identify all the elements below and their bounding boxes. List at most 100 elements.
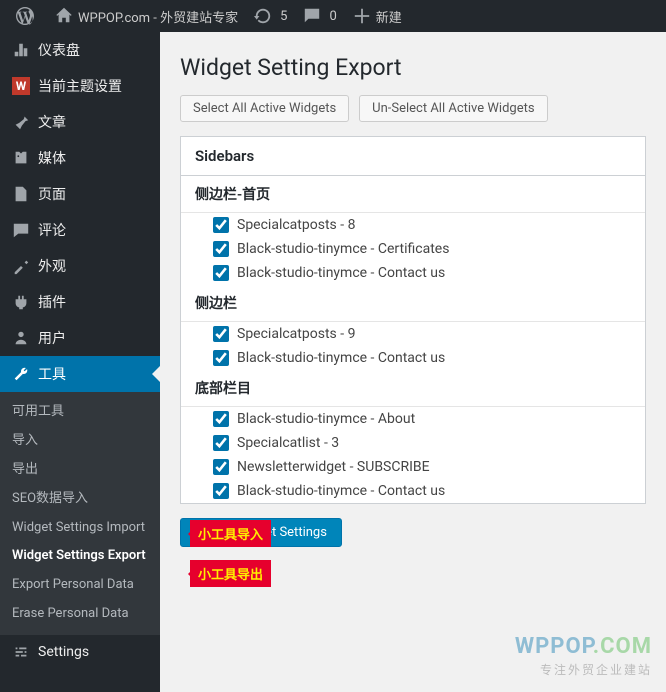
panel-header: Sidebars [181,137,645,176]
widget-label: Specialcatposts - 8 [237,217,355,233]
comment-icon [12,221,30,239]
wppop-icon: W [12,77,30,95]
submenu-item[interactable]: 导出 [0,456,160,485]
tools-icon [12,365,30,383]
submenu: 可用工具导入导出SEO数据导入Widget Settings ImportWid… [0,392,160,635]
submenu-item[interactable]: 可用工具 [0,398,160,427]
toolbar-site-title: WPPOP.com - 外贸建站专家 [78,7,238,26]
menu-item-settings[interactable]: Settings [0,635,160,669]
toolbar-new-label: 新建 [376,7,402,26]
update-icon [254,7,272,25]
section-title: 底部栏目 [181,370,645,407]
widget-row: Specialcatposts - 8 [181,213,645,237]
callout-export: 小工具导出 [190,560,271,587]
widget-checkbox[interactable] [213,217,229,233]
widget-checkbox[interactable] [213,411,229,427]
widget-label: Black-studio-tinymce - Contact us [237,483,445,499]
menu-label: 页面 [38,184,66,204]
widget-label: Black-studio-tinymce - Certificates [237,241,449,257]
toolbar-updates-count: 5 [280,9,287,24]
menu-label: 文章 [38,112,66,132]
comment-icon [303,7,321,25]
widget-row: Black-studio-tinymce - Certificates [181,237,645,261]
widget-checkbox[interactable] [213,241,229,257]
button-row: Select All Active Widgets Un-Select All … [180,95,646,122]
menu-item-wppop[interactable]: W 当前主题设置 [0,68,160,104]
menu-item-page[interactable]: 页面 [0,176,160,212]
callout-import: 小工具导入 [190,520,271,547]
submenu-item[interactable]: Export Personal Data [0,571,160,600]
widget-row: Black-studio-tinymce - Contact us [181,479,645,503]
widget-checkbox[interactable] [213,459,229,475]
watermark: WPPOP.COM 专注外贸企业建站 [515,634,652,678]
section-title: 侧边栏 [181,285,645,322]
widget-label: Newsletterwidget - SUBSCRIBE [237,459,430,475]
select-all-button[interactable]: Select All Active Widgets [180,95,349,122]
widget-label: Black-studio-tinymce - Contact us [237,265,445,281]
dashboard-icon [12,41,30,59]
submenu-item[interactable]: 导入 [0,427,160,456]
plus-icon [353,7,371,25]
toolbar-updates[interactable]: 5 [246,0,295,32]
watermark-tagline: 专注外贸企业建站 [515,661,652,678]
media-icon [12,149,30,167]
widget-checkbox[interactable] [213,326,229,342]
appearance-icon [12,257,30,275]
main-content: Widget Setting Export Select All Active … [160,32,666,692]
home-icon [55,7,73,25]
toolbar-comments-count: 0 [329,9,336,24]
plugin-icon [12,293,30,311]
page-icon [12,185,30,203]
menu-item-dashboard[interactable]: 仪表盘 [0,32,160,68]
submenu-item[interactable]: Erase Personal Data [0,600,160,629]
menu-item-users[interactable]: 用户 [0,320,160,356]
widget-label: Specialcatposts - 9 [237,326,355,342]
section-title: 侧边栏-首页 [181,176,645,213]
submenu-item[interactable]: SEO数据导入 [0,485,160,514]
menu-label: 评论 [38,220,66,240]
toolbar-wordpress-logo[interactable] [8,0,47,32]
admin-sidebar: 仪表盘 W 当前主题设置文章媒体页面评论外观插件用户工具可用工具导入导出SEO数据导… [0,32,160,692]
widget-label: Specialcatlist - 3 [237,435,339,451]
menu-label: 媒体 [38,148,66,168]
submenu-item[interactable]: Widget Settings Export [0,542,160,571]
menu-label: 仪表盘 [38,40,80,60]
users-icon [12,329,30,347]
sidebars-panel: Sidebars 侧边栏-首页 Specialcatposts - 8 Black-… [180,136,646,504]
widget-row: Newsletterwidget - SUBSCRIBE [181,455,645,479]
toolbar-comments[interactable]: 0 [295,0,344,32]
widget-checkbox[interactable] [213,483,229,499]
menu-item-pin[interactable]: 文章 [0,104,160,140]
toolbar-new[interactable]: 新建 [345,0,410,32]
menu-label: 插件 [38,292,66,312]
widget-label: Black-studio-tinymce - About [237,411,415,427]
settings-icon [12,643,30,661]
unselect-all-button[interactable]: Un-Select All Active Widgets [359,95,547,122]
widget-row: Black-studio-tinymce - About [181,407,645,431]
menu-item-tools[interactable]: 工具 [0,356,160,392]
page-title: Widget Setting Export [180,54,646,81]
menu-label: 用户 [38,328,66,348]
menu-item-appearance[interactable]: 外观 [0,248,160,284]
menu-label: 当前主题设置 [38,76,122,96]
watermark-logo: WPPOP.COM [515,634,652,659]
menu-label: 工具 [38,364,66,384]
menu-label: 外观 [38,256,66,276]
menu-label: Settings [38,644,89,660]
admin-toolbar: WPPOP.com - 外贸建站专家 5 0 新建 [0,0,666,32]
menu-item-media[interactable]: 媒体 [0,140,160,176]
menu-item-comment[interactable]: 评论 [0,212,160,248]
widget-checkbox[interactable] [213,435,229,451]
widget-checkbox[interactable] [213,265,229,281]
pin-icon [12,113,30,131]
widget-row: Specialcatlist - 3 [181,431,645,455]
widget-row: Specialcatposts - 9 [181,322,645,346]
toolbar-site-name[interactable]: WPPOP.com - 外贸建站专家 [47,0,246,32]
widget-row: Black-studio-tinymce - Contact us [181,346,645,370]
widget-label: Black-studio-tinymce - Contact us [237,350,445,366]
widget-row: Black-studio-tinymce - Contact us [181,261,645,285]
wordpress-icon [16,7,34,25]
submenu-item[interactable]: Widget Settings Import [0,514,160,543]
menu-item-plugin[interactable]: 插件 [0,284,160,320]
widget-checkbox[interactable] [213,350,229,366]
